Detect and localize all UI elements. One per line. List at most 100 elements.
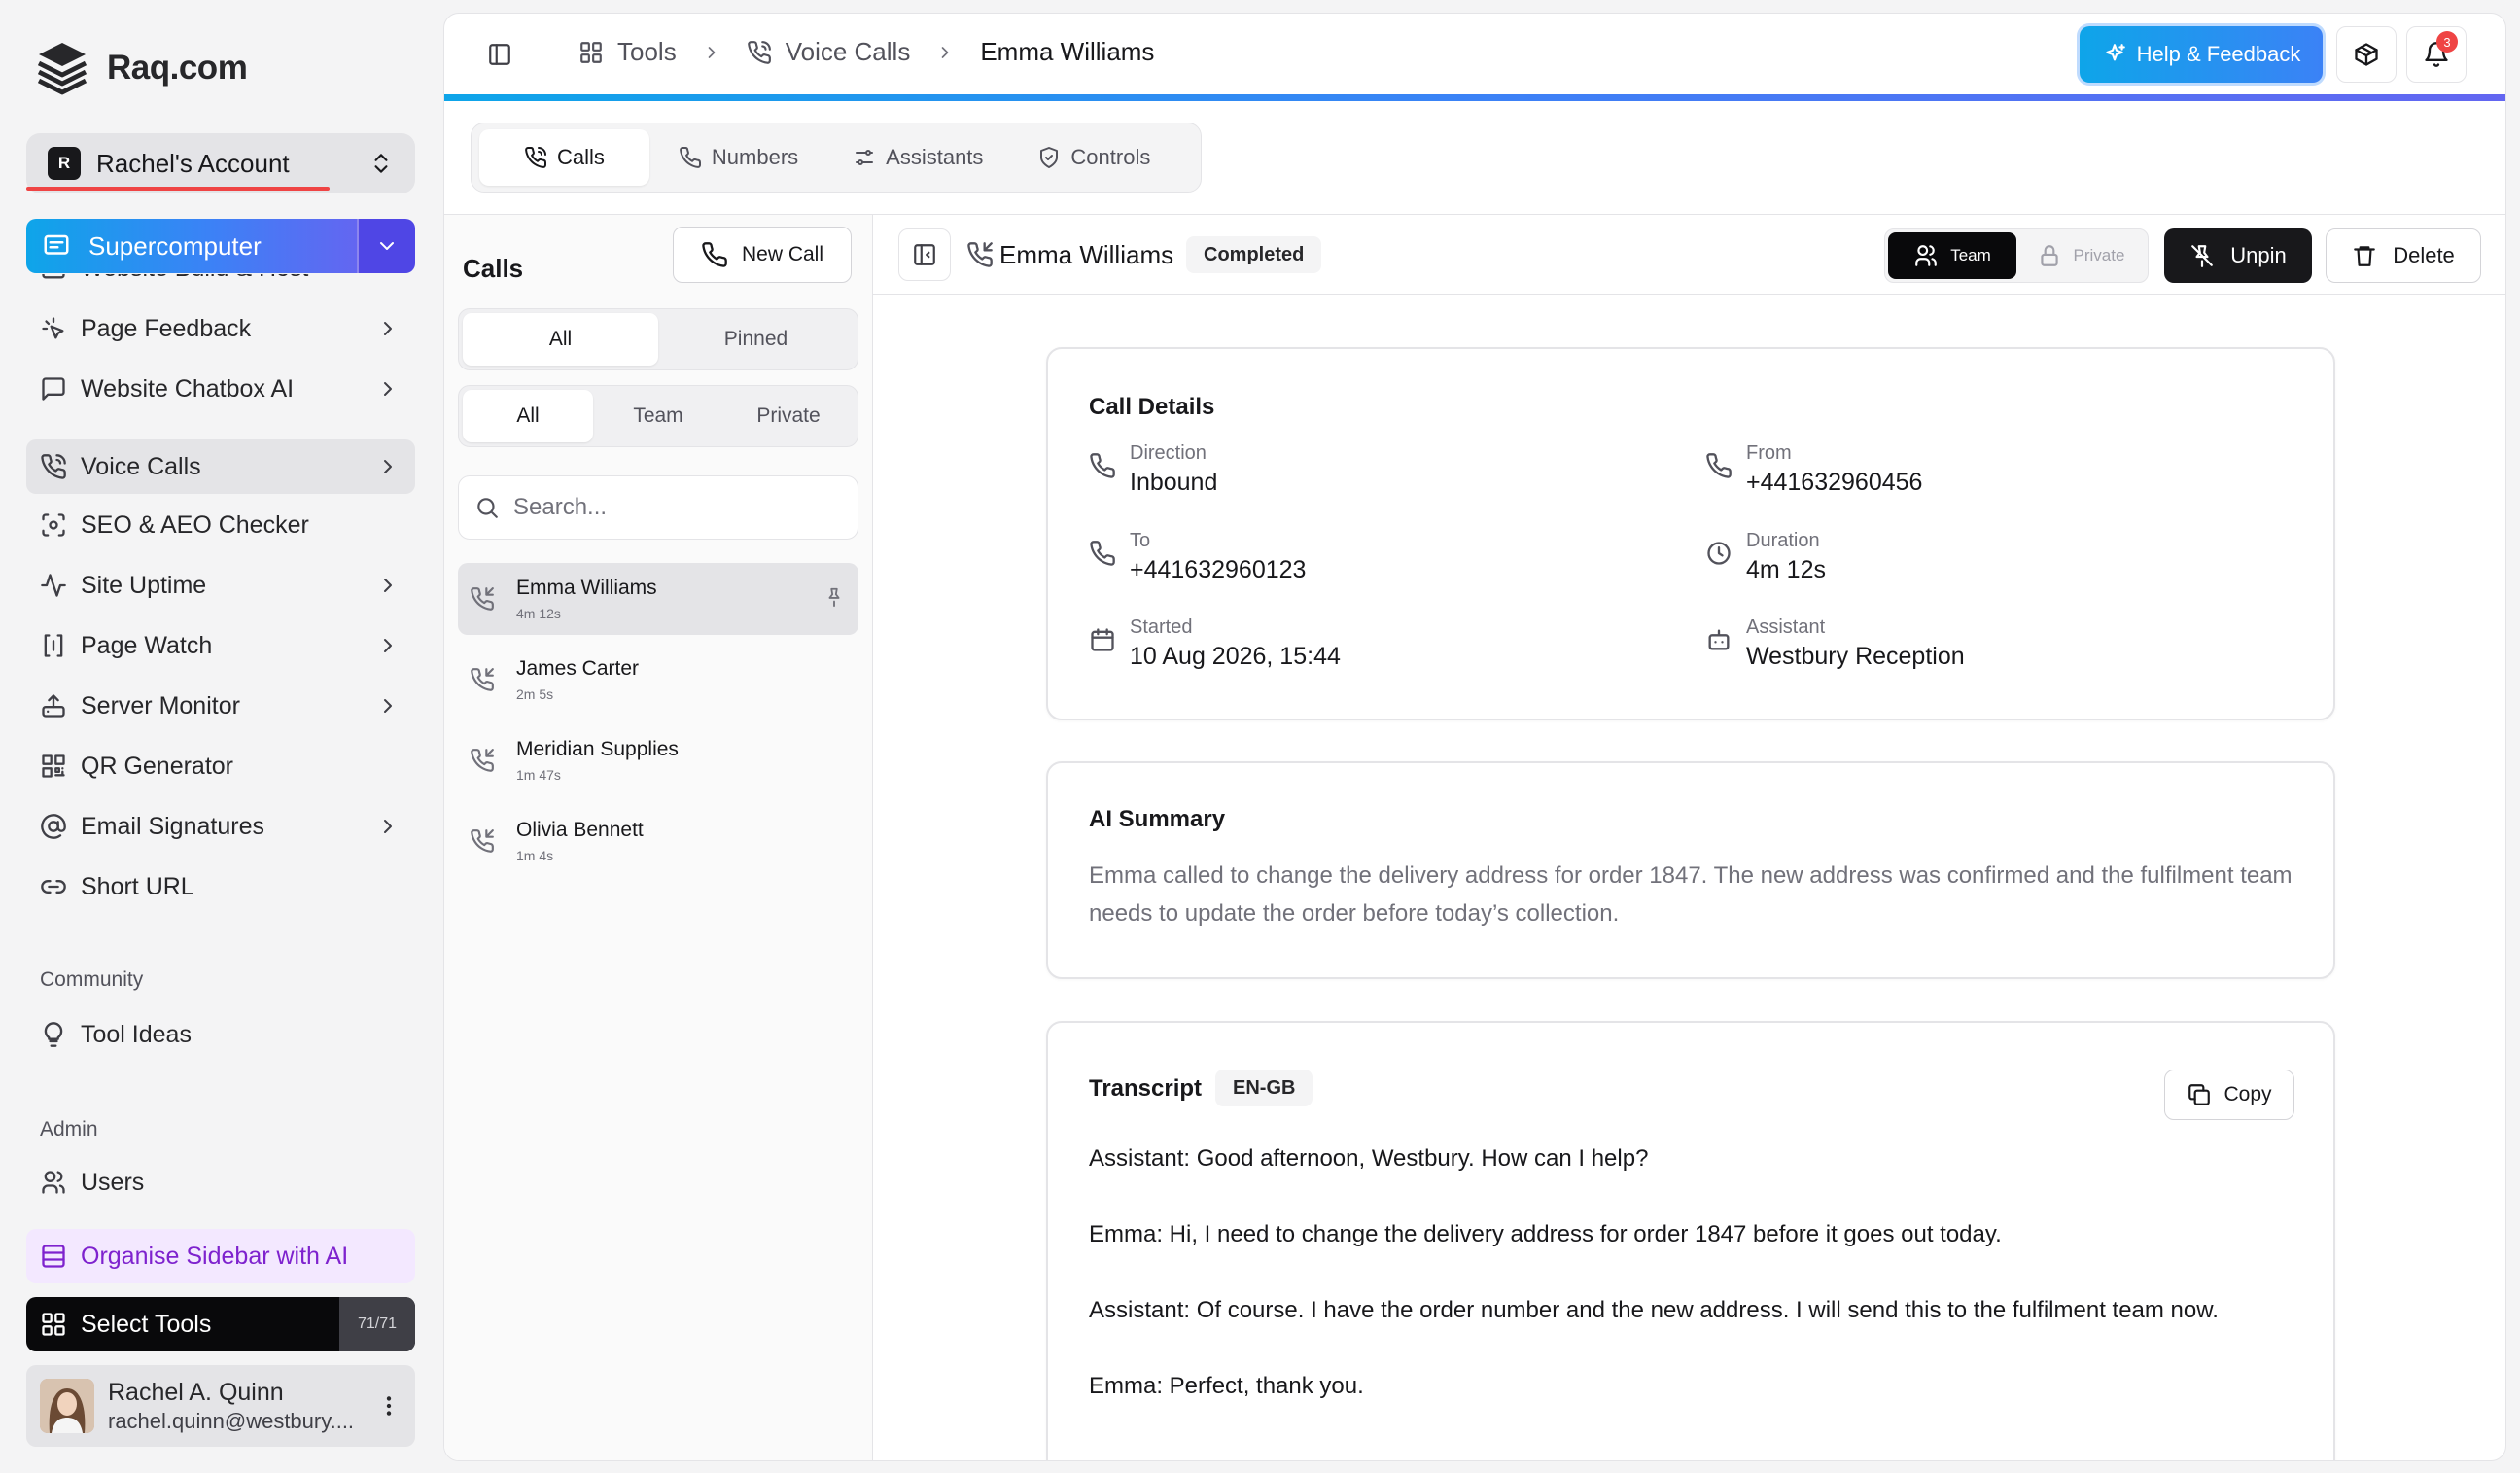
scope-team[interactable]: Team xyxy=(593,390,723,442)
call-detail-panel: Emma Williams Completed Team Private Unp… xyxy=(873,214,2505,1460)
field-to: To +441632960123 xyxy=(1089,530,1306,584)
field-label: To xyxy=(1130,530,1151,551)
sidebar-item-label: Page Watch xyxy=(81,631,213,659)
account-switcher[interactable]: R Rachel's Account xyxy=(26,133,415,193)
user-profile[interactable]: Rachel A. Quinn rachel.quinn@westbury...… xyxy=(26,1365,415,1447)
sidebar-item-short-url[interactable]: Short URL xyxy=(26,859,415,914)
chat-bubble-icon xyxy=(42,377,65,401)
phone-incoming-icon xyxy=(471,668,494,691)
language-badge: EN-GB xyxy=(1215,1070,1313,1106)
organise-sidebar-button[interactable]: Organise Sidebar with AI xyxy=(26,1229,415,1283)
field-started: Started 10 Aug 2026, 15:44 xyxy=(1089,616,1341,671)
more-vertical-icon[interactable] xyxy=(376,1393,402,1419)
tab-controls[interactable]: Controls xyxy=(1014,129,1175,186)
scope-private[interactable]: Private xyxy=(723,390,854,442)
call-list-item[interactable]: James Carter 2m 5s xyxy=(458,644,858,716)
supercomputer-button[interactable]: Supercomputer xyxy=(26,219,415,273)
field-label: Duration xyxy=(1746,530,1820,551)
sidebar-item-label: Site Uptime xyxy=(81,571,207,599)
transcript-line: Emma: Hi, I need to change the delivery … xyxy=(1089,1221,2002,1247)
call-name: James Carter xyxy=(516,657,640,680)
phone-incoming-icon xyxy=(967,242,993,267)
visibility-team[interactable]: Team xyxy=(1888,232,2016,279)
unpin-label: Unpin xyxy=(2230,243,2287,267)
field-value: +441632960123 xyxy=(1130,556,1307,583)
select-tools-button[interactable]: Select Tools 71/71 xyxy=(26,1297,415,1351)
new-call-label: New Call xyxy=(741,243,824,265)
sidebar-toggle-icon[interactable] xyxy=(487,42,512,67)
tab-calls[interactable]: Calls xyxy=(479,129,649,186)
pin-off-icon xyxy=(2191,245,2214,267)
phone-icon xyxy=(702,242,727,267)
sidebar-item-email-signatures[interactable]: Email Signatures xyxy=(26,799,415,854)
sidebar-item-label: SEO & AEO Checker xyxy=(81,510,309,539)
call-duration: 4m 12s xyxy=(516,606,561,621)
package-icon xyxy=(2355,43,2378,66)
sidebar-item-server-monitor[interactable]: Server Monitor xyxy=(26,679,415,733)
pin-icon[interactable] xyxy=(823,586,845,608)
call-list-item[interactable]: Emma Williams 4m 12s xyxy=(458,563,858,635)
new-call-button[interactable]: New Call xyxy=(673,227,852,283)
tab-numbers[interactable]: Numbers xyxy=(655,129,823,186)
scope-all[interactable]: All xyxy=(463,390,593,442)
tab-assistants[interactable]: Assistants xyxy=(829,129,1008,186)
sidebar-item-tool-ideas[interactable]: Tool Ideas xyxy=(26,1007,415,1062)
call-list-item[interactable]: Olivia Bennett 1m 4s xyxy=(458,805,858,877)
select-tools-label: Select Tools xyxy=(81,1310,212,1338)
call-duration: 2m 5s xyxy=(516,686,554,702)
collapse-list-button[interactable] xyxy=(898,228,951,281)
breadcrumb: Tools Voice Calls Emma Williams xyxy=(578,37,1154,67)
tab-label: Assistants xyxy=(886,145,984,169)
filter-all[interactable]: All xyxy=(463,313,658,366)
call-list-item[interactable]: Meridian Supplies 1m 47s xyxy=(458,724,858,796)
brand-logo[interactable]: Raq.com xyxy=(35,39,248,97)
phone-icon xyxy=(680,146,701,168)
activity-icon xyxy=(41,574,66,597)
accent-bar xyxy=(444,94,2505,101)
at-sign-icon xyxy=(41,814,66,839)
copy-button[interactable]: Copy xyxy=(2164,1070,2294,1120)
field-value: 10 Aug 2026, 15:44 xyxy=(1130,643,1341,670)
sidebar-item-page-watch[interactable]: Page Watch xyxy=(26,618,415,673)
scope-filter: All Team Private xyxy=(458,385,858,447)
sidebar-item-label: Short URL xyxy=(81,872,194,900)
breadcrumb-voice-calls[interactable]: Voice Calls xyxy=(786,37,911,67)
phone-icon xyxy=(1706,453,1732,478)
supercomputer-dropdown[interactable] xyxy=(357,219,415,273)
call-details-title: Call Details xyxy=(1089,394,1215,420)
phone-call-icon xyxy=(525,146,547,168)
field-label: Started xyxy=(1130,616,1193,638)
calendar-icon xyxy=(1091,628,1114,651)
filter-pinned[interactable]: Pinned xyxy=(658,313,854,366)
help-feedback-label: Help & Feedback xyxy=(2136,42,2301,66)
search-icon xyxy=(477,498,498,518)
chevron-right-icon xyxy=(384,382,392,396)
search-input[interactable] xyxy=(513,494,844,521)
delete-button[interactable]: Delete xyxy=(2326,228,2481,283)
monitor-chat-icon xyxy=(44,234,69,255)
tools-count-badge: 71/71 xyxy=(339,1297,415,1351)
sidebar-item-users[interactable]: Users xyxy=(26,1155,415,1210)
layers-logo-icon xyxy=(37,43,88,95)
breadcrumb-tools[interactable]: Tools xyxy=(617,37,677,67)
sidebar-item-page-feedback[interactable]: Page Feedback xyxy=(26,301,415,356)
sidebar-item-seo-checker[interactable]: SEO & AEO Checker xyxy=(26,498,415,552)
sidebar-item-website-chatbox[interactable]: Website Chatbox AI xyxy=(26,362,415,416)
sidebar-item-voice-calls[interactable]: Voice Calls xyxy=(26,439,415,494)
sidebar-item-qr-generator[interactable]: QR Generator xyxy=(26,739,415,793)
transcript-line: Assistant: Of course. I have the order n… xyxy=(1089,1297,2219,1323)
visibility-toggle: Team Private xyxy=(1884,228,2149,283)
chevron-right-icon xyxy=(384,579,392,592)
delete-label: Delete xyxy=(2393,243,2455,267)
shield-check-icon xyxy=(1040,147,1059,168)
supercomputer-main[interactable]: Supercomputer xyxy=(26,219,357,273)
sidebar-item-site-uptime[interactable]: Site Uptime xyxy=(26,558,415,613)
sidebar-item-website-build[interactable]: Website Build & Host xyxy=(26,274,415,296)
sidebar-item-label: Users xyxy=(81,1168,145,1196)
visibility-private[interactable]: Private xyxy=(2016,232,2145,279)
unpin-button[interactable]: Unpin xyxy=(2164,228,2312,283)
package-button[interactable] xyxy=(2336,26,2397,83)
notifications-button[interactable]: 3 xyxy=(2406,26,2467,83)
help-feedback-button[interactable]: Help & Feedback xyxy=(2080,26,2323,83)
sidebar-item-label: Email Signatures xyxy=(81,812,264,840)
